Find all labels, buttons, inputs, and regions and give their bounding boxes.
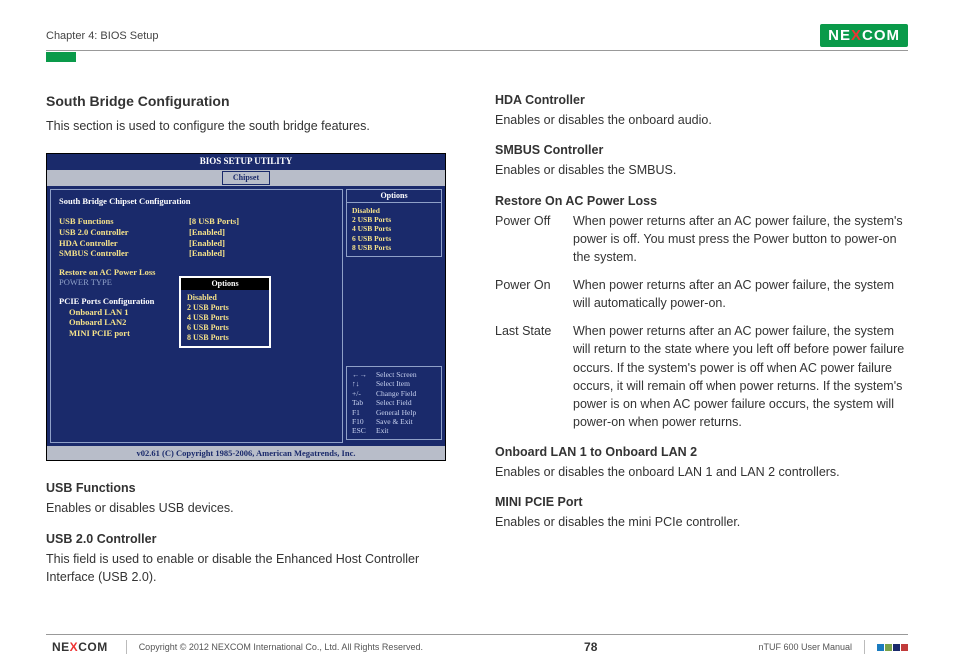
section-title: South Bridge Configuration	[46, 91, 459, 111]
subheading: Onboard LAN 1 to Onboard LAN 2	[495, 443, 908, 461]
bios-row-value: [Enabled]	[189, 238, 225, 249]
bios-side-opt: 4 USB Ports	[352, 224, 436, 233]
bios-options-popup: Options Disabled 2 USB Ports 4 USB Ports…	[179, 276, 271, 348]
bios-hint-key: ←→	[352, 370, 376, 379]
logo-x: X	[851, 27, 862, 44]
bios-row-label: POWER TYPE	[59, 277, 189, 288]
bios-copyright: v02.61 (C) Copyright 1985-2006, American…	[47, 446, 445, 461]
bios-tabbar: Chipset	[47, 170, 445, 186]
subheading: USB 2.0 Controller	[46, 530, 459, 548]
bios-popup-option: Disabled	[187, 293, 263, 303]
bios-side-heading: Options	[346, 189, 442, 202]
bios-row-label: SMBUS Controller	[59, 248, 189, 259]
bios-title: BIOS SETUP UTILITY	[47, 154, 445, 169]
subheading: USB Functions	[46, 479, 459, 497]
footer-copyright: Copyright © 2012 NEXCOM International Co…	[139, 642, 423, 652]
bios-hint-desc: Select Item	[376, 379, 410, 388]
bios-popup-option: 8 USB Ports	[187, 333, 263, 343]
bios-hint-desc: Save & Exit	[376, 417, 413, 426]
page-number: 78	[584, 640, 597, 654]
chapter-label: Chapter 4: BIOS Setup	[46, 30, 159, 42]
bios-hint-key: F10	[352, 417, 376, 426]
logo-pre: NE	[52, 640, 70, 654]
bios-row-label: HDA Controller	[59, 238, 189, 249]
bios-hint-desc: Exit	[376, 426, 389, 435]
bios-popup-option: 6 USB Ports	[187, 323, 263, 333]
bios-hint-desc: Select Screen	[376, 370, 417, 379]
paragraph: Enables or disables the onboard LAN 1 an…	[495, 463, 908, 481]
definition-term: Power Off	[495, 212, 573, 266]
bios-tab-chipset: Chipset	[222, 171, 270, 185]
definition-row: Power On When power returns after an AC …	[495, 276, 908, 312]
logo-post: COM	[78, 640, 108, 654]
subheading: SMBUS Controller	[495, 141, 908, 159]
logo-pre: NE	[828, 27, 851, 44]
footer-logo: NEXCOM	[46, 638, 114, 656]
bios-hint-key: ESC	[352, 426, 376, 435]
definition-desc: When power returns after an AC power fai…	[573, 322, 908, 431]
bios-popup-heading: Options	[181, 278, 269, 290]
definition-term: Last State	[495, 322, 573, 431]
definition-row: Last State When power returns after an A…	[495, 322, 908, 431]
footer-flags-icon	[877, 644, 908, 651]
definition-desc: When power returns after an AC power fai…	[573, 212, 908, 266]
bios-row-label: USB Functions	[59, 216, 189, 227]
bios-row-value: [Enabled]	[189, 248, 225, 259]
definition-desc: When power returns after an AC power fai…	[573, 276, 908, 312]
bios-section-heading: South Bridge Chipset Configuration	[59, 196, 334, 207]
section-intro: This section is used to configure the so…	[46, 117, 459, 135]
bios-row-label: Restore on AC Power Loss	[59, 267, 189, 278]
bios-hint-desc: Change Field	[376, 389, 416, 398]
bios-hint-desc: Select Field	[376, 398, 412, 407]
bios-row-value: [Enabled]	[189, 227, 225, 238]
logo-post: COM	[862, 27, 900, 44]
brand-logo: NEXCOM	[820, 24, 908, 47]
bios-row-value: [8 USB Ports]	[189, 216, 239, 227]
definition-term: Power On	[495, 276, 573, 312]
bios-hint-key: F1	[352, 408, 376, 417]
paragraph: This field is used to enable or disable …	[46, 550, 459, 586]
bios-hints: ←→Select Screen ↑↓Select Item +/-Change …	[346, 366, 442, 440]
bios-hint-key: ↑↓	[352, 379, 376, 388]
subheading: MINI PCIE Port	[495, 493, 908, 511]
paragraph: Enables or disables the mini PCIe contro…	[495, 513, 908, 531]
bios-hint-desc: General Help	[376, 408, 416, 417]
paragraph: Enables or disables the onboard audio.	[495, 111, 908, 129]
bios-screenshot: BIOS SETUP UTILITY Chipset South Bridge …	[46, 153, 446, 461]
bios-side-opt: 6 USB Ports	[352, 234, 436, 243]
bios-side-opt: Disabled	[352, 206, 436, 215]
bios-hint-key: +/-	[352, 389, 376, 398]
bios-side-opt: 2 USB Ports	[352, 215, 436, 224]
bios-side-opt: 8 USB Ports	[352, 243, 436, 252]
bios-side-options: Disabled 2 USB Ports 4 USB Ports 6 USB P…	[346, 202, 442, 257]
logo-x: X	[70, 640, 79, 654]
chapter-color-tab	[46, 52, 76, 62]
definition-row: Power Off When power returns after an AC…	[495, 212, 908, 266]
manual-name: nTUF 600 User Manual	[758, 642, 852, 652]
bios-popup-option: 2 USB Ports	[187, 303, 263, 313]
bios-popup-option: 4 USB Ports	[187, 313, 263, 323]
bios-hint-key: Tab	[352, 398, 376, 407]
subheading: Restore On AC Power Loss	[495, 192, 908, 210]
paragraph: Enables or disables USB devices.	[46, 499, 459, 517]
bios-row-label: USB 2.0 Controller	[59, 227, 189, 238]
paragraph: Enables or disables the SMBUS.	[495, 161, 908, 179]
subheading: HDA Controller	[495, 91, 908, 109]
